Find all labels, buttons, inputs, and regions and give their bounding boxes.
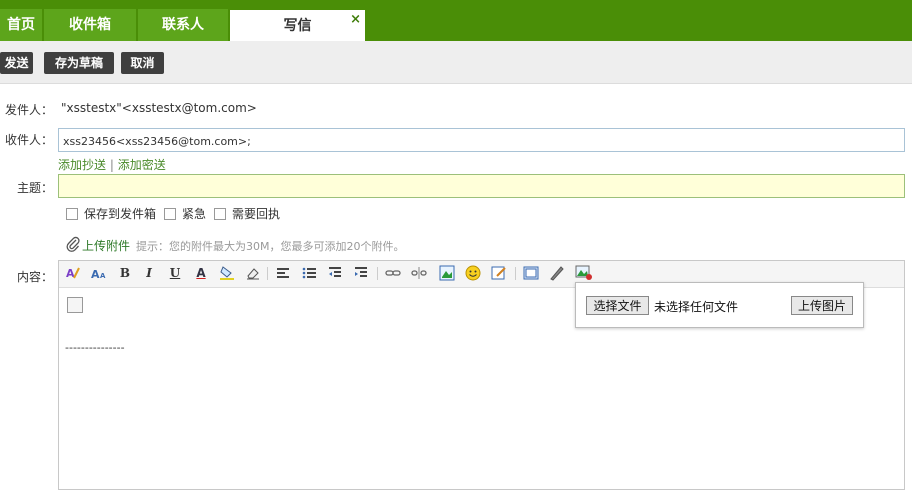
- paperclip-icon: [66, 236, 80, 255]
- broken-image-placeholder: [67, 297, 83, 313]
- bold-icon[interactable]: B: [117, 265, 133, 281]
- tab-bar: 首页 收件箱 联系人 写信 ×: [0, 0, 912, 41]
- recipient-label: 收件人：: [5, 133, 54, 147]
- toolbar-divider: [377, 267, 378, 280]
- tab-label: 首页: [7, 17, 35, 33]
- highlight-icon[interactable]: [219, 265, 235, 281]
- toolbar-divider: [267, 267, 268, 280]
- sender-label: 发件人：: [5, 103, 54, 117]
- signature-icon[interactable]: [491, 265, 507, 281]
- font-family-icon[interactable]: A: [65, 265, 81, 281]
- outdent-icon[interactable]: [327, 265, 343, 281]
- content-label: 内容：: [17, 270, 54, 284]
- read-receipt-label: 需要回执: [232, 207, 281, 221]
- image-upload-popup: 选择文件 未选择任何文件 上传图片: [575, 282, 864, 328]
- font-color-icon[interactable]: A: [193, 265, 209, 281]
- add-bcc-link[interactable]: 添加密送: [118, 158, 166, 172]
- pen-icon[interactable]: [549, 265, 565, 281]
- italic-icon[interactable]: I: [141, 265, 157, 281]
- eraser-icon[interactable]: [245, 265, 261, 281]
- font-size-icon[interactable]: AA: [91, 265, 107, 281]
- action-toolbar: 发送 存为草稿 取消: [0, 41, 912, 84]
- recipient-value: xss23456<xss23456@tom.com>;: [63, 135, 251, 148]
- tab-label: 联系人: [162, 17, 204, 33]
- urgent-checkbox[interactable]: [164, 207, 177, 220]
- options-row: 保存到发件箱 紧急 需要回执: [66, 205, 280, 222]
- tab-home[interactable]: 首页: [0, 9, 42, 41]
- body-separator: ---------------: [65, 341, 125, 354]
- upload-hint: 提示：您的附件最大为30M，您最多可添加20个附件。: [136, 239, 405, 253]
- save-to-sent-checkbox[interactable]: [66, 207, 78, 220]
- svg-text:A: A: [91, 268, 100, 281]
- svg-text:A: A: [100, 272, 106, 280]
- indent-icon[interactable]: [353, 265, 369, 281]
- insert-image-icon[interactable]: [575, 265, 592, 281]
- upload-image-button[interactable]: 上传图片: [791, 296, 853, 315]
- close-icon[interactable]: ×: [350, 4, 361, 36]
- link-separator: |: [109, 158, 114, 172]
- svg-text:A: A: [66, 267, 75, 280]
- link-icon[interactable]: [385, 265, 401, 281]
- save-draft-button[interactable]: 存为草稿: [44, 52, 114, 74]
- choose-file-button[interactable]: 选择文件: [586, 296, 649, 315]
- no-file-label: 未选择任何文件: [654, 300, 739, 314]
- send-button[interactable]: 发送: [0, 52, 33, 74]
- read-receipt-checkbox[interactable]: [214, 207, 227, 220]
- table-icon[interactable]: [523, 265, 539, 281]
- recipient-field[interactable]: xss23456<xss23456@tom.com>;: [58, 128, 905, 152]
- bullet-list-icon[interactable]: [301, 265, 317, 281]
- urgent-label: 紧急: [182, 207, 207, 221]
- attachment-row: 上传附件 提示：您的附件最大为30M，您最多可添加20个附件。: [66, 236, 405, 255]
- cc-bcc-links: 添加抄送 | 添加密送: [58, 156, 166, 173]
- unlink-icon[interactable]: [411, 265, 427, 281]
- toolbar-divider: [515, 267, 516, 280]
- tab-compose[interactable]: 写信 ×: [230, 10, 365, 41]
- tab-label: 写信: [283, 18, 312, 34]
- cancel-button[interactable]: 取消: [121, 52, 164, 74]
- tab-inbox[interactable]: 收件箱: [44, 9, 136, 41]
- tab-label: 收件箱: [69, 17, 111, 33]
- subject-input[interactable]: [58, 174, 905, 198]
- align-icon[interactable]: [275, 265, 291, 281]
- sender-value: "xsstestx"<xsstestx@tom.com>: [61, 101, 257, 115]
- emoticon-icon[interactable]: [465, 265, 481, 281]
- tab-contacts[interactable]: 联系人: [138, 9, 228, 41]
- upload-attachment-link[interactable]: 上传附件: [82, 237, 130, 254]
- image-icon[interactable]: [439, 265, 455, 281]
- save-to-sent-label: 保存到发件箱: [84, 207, 157, 221]
- underline-icon[interactable]: U: [167, 265, 183, 281]
- add-cc-link[interactable]: 添加抄送: [58, 158, 106, 172]
- subject-label: 主题：: [17, 181, 54, 195]
